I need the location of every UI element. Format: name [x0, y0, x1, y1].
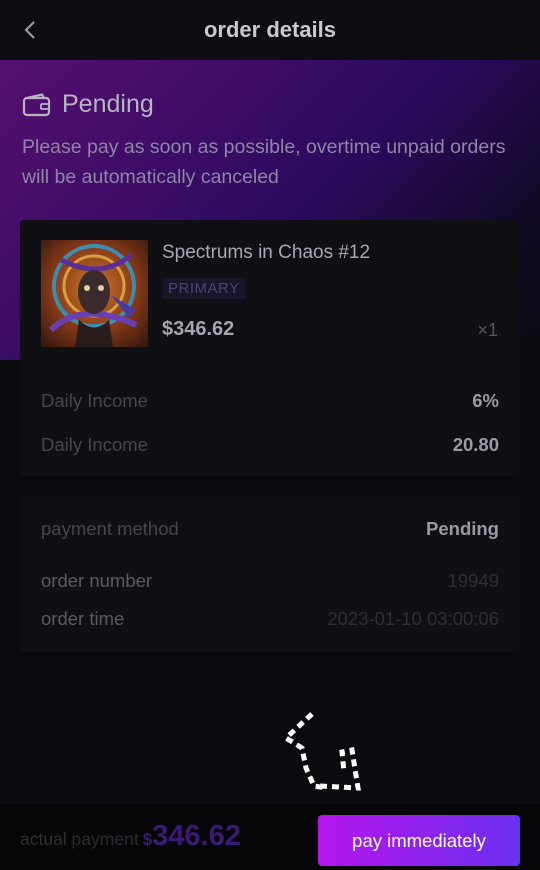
pay-immediately-button[interactable]: pay immediately: [318, 815, 520, 866]
income-label: Daily Income: [41, 434, 148, 455]
product-image: [41, 240, 148, 347]
order-time-label: order time: [41, 608, 125, 629]
actual-payment-label: actual payment: [20, 829, 139, 849]
primary-tag: PRIMARY: [162, 278, 246, 299]
wallet-icon: [22, 92, 52, 117]
order-number-label: order number: [41, 570, 153, 591]
actual-payment: actual payment $ 346.62: [20, 820, 241, 853]
order-number-row: order number 19949: [41, 570, 499, 592]
income-row: Daily Income 20.80: [41, 434, 499, 456]
payment-notice: Please pay as soon as possible, overtime…: [22, 136, 506, 188]
footer-bar: actual payment $ 346.62 pay immediately: [0, 804, 540, 870]
actual-payment-amount: 346.62: [152, 820, 241, 852]
payment-method-label: payment method: [41, 518, 179, 539]
product-quantity: ×1: [477, 320, 498, 340]
income-value: 20.80: [452, 434, 499, 455]
header-bar: order details: [0, 0, 540, 60]
product-name: Spectrums in Chaos #12: [162, 242, 371, 263]
order-number-value: 19949: [447, 570, 499, 591]
status-label: Pending: [62, 90, 154, 118]
chevron-left-icon: [24, 21, 35, 39]
product-price: $346.62: [162, 318, 235, 340]
back-button[interactable]: [16, 16, 44, 44]
page-title: order details: [203, 17, 337, 42]
order-time-row: order time 2023-01-10 03:00:06: [41, 608, 499, 630]
tap-hint-icon: [281, 712, 361, 791]
income-value: 6%: [472, 390, 499, 411]
order-status: Pending: [22, 90, 154, 119]
payment-method-value: Pending: [426, 518, 499, 539]
income-row: Daily Income 6%: [41, 390, 499, 412]
currency-symbol: $: [142, 830, 153, 849]
income-label: Daily Income: [41, 390, 148, 411]
order-time-value: 2023-01-10 03:00:06: [327, 608, 499, 629]
order-info-card: payment method Pending order number 1994…: [20, 496, 520, 652]
product-card: Spectrums in Chaos #12 PRIMARY $346.62 ×…: [20, 220, 520, 476]
payment-method-row: payment method Pending: [41, 518, 499, 540]
